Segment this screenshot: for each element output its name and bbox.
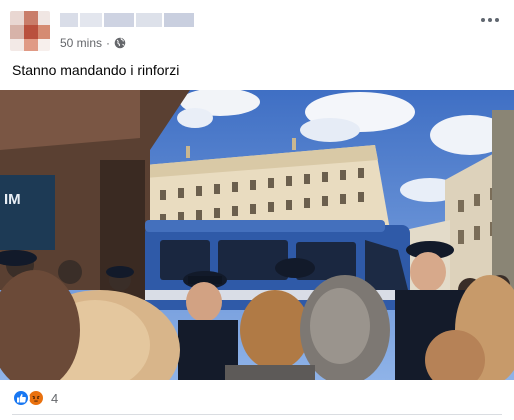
author-name-blurred[interactable] xyxy=(60,13,194,27)
divider xyxy=(12,414,502,415)
like-icon xyxy=(12,389,30,407)
post-card: 50 mins · Stanno mandando i rinforzi IM … xyxy=(0,0,514,420)
profile-avatar[interactable] xyxy=(10,11,50,51)
meta-separator: · xyxy=(106,36,111,50)
post-meta: 50 mins · xyxy=(60,36,126,50)
reaction-count[interactable]: 4 xyxy=(51,391,58,406)
post-photo[interactable]: IM xyxy=(0,90,514,380)
more-options-icon[interactable] xyxy=(478,10,502,30)
reaction-summary[interactable]: 4 xyxy=(12,389,58,407)
post-timestamp[interactable]: 50 mins xyxy=(60,36,102,50)
svg-text:IM: IM xyxy=(4,191,21,208)
photo-crowd-police-van: IM xyxy=(0,90,514,380)
globe-icon xyxy=(114,37,126,49)
post-caption: Stanno mandando i rinforzi xyxy=(12,62,180,78)
